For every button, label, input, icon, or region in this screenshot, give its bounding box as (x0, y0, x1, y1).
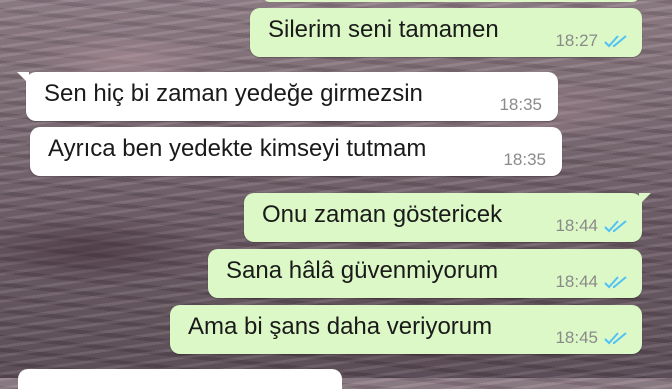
double-check-icon (604, 34, 628, 48)
double-check-icon (604, 219, 628, 233)
message-time: 18:35 (499, 95, 542, 114)
message-text: Sana hâlâ güvenmiyorum (226, 256, 499, 284)
message-bubble-partial-bottom (18, 369, 342, 389)
message-time: 18:44 (555, 216, 598, 235)
message-bubble-incoming[interactable]: Sen hiç bi zaman yedeğe girmezsin 18:35 (17, 72, 558, 121)
message-text: Onu zaman göstericek (262, 200, 503, 228)
message-text: Ama bi şans daha veriyorum (188, 312, 493, 340)
message-time: 18:27 (555, 31, 598, 50)
message-bubble-outgoing[interactable]: Ama bi şans daha veriyorum 18:45 (170, 305, 642, 354)
bubble-tail (17, 72, 29, 84)
message-bubble-outgoing[interactable]: Silerim seni tamamen 18:27 (250, 8, 642, 57)
message-meta: 18:44 (555, 272, 628, 292)
message-meta: 18:35 (499, 95, 542, 115)
message-bubble-outgoing[interactable]: Sana hâlâ güvenmiyorum 18:44 (208, 249, 642, 298)
message-text: Ayrıca ben yedekte kimseyi tutmam (48, 134, 427, 162)
message-meta: 18:35 (503, 150, 546, 170)
message-text: Silerim seni tamamen (268, 15, 499, 43)
message-meta: 18:45 (555, 328, 628, 348)
message-bubble-incoming[interactable]: Ayrıca ben yedekte kimseyi tutmam 18:35 (30, 127, 562, 176)
message-bubble-partial-top (262, 0, 640, 2)
message-text: Sen hiç bi zaman yedeğe girmezsin (44, 79, 423, 107)
message-bubble-outgoing[interactable]: Onu zaman göstericek 18:44 (244, 193, 651, 242)
double-check-icon (604, 331, 628, 345)
bubble-tail (639, 193, 651, 205)
message-time: 18:45 (555, 328, 598, 347)
double-check-icon (604, 275, 628, 289)
message-time: 18:35 (503, 150, 546, 169)
message-meta: 18:27 (555, 31, 628, 51)
message-meta: 18:44 (555, 216, 628, 236)
message-time: 18:44 (555, 272, 598, 291)
